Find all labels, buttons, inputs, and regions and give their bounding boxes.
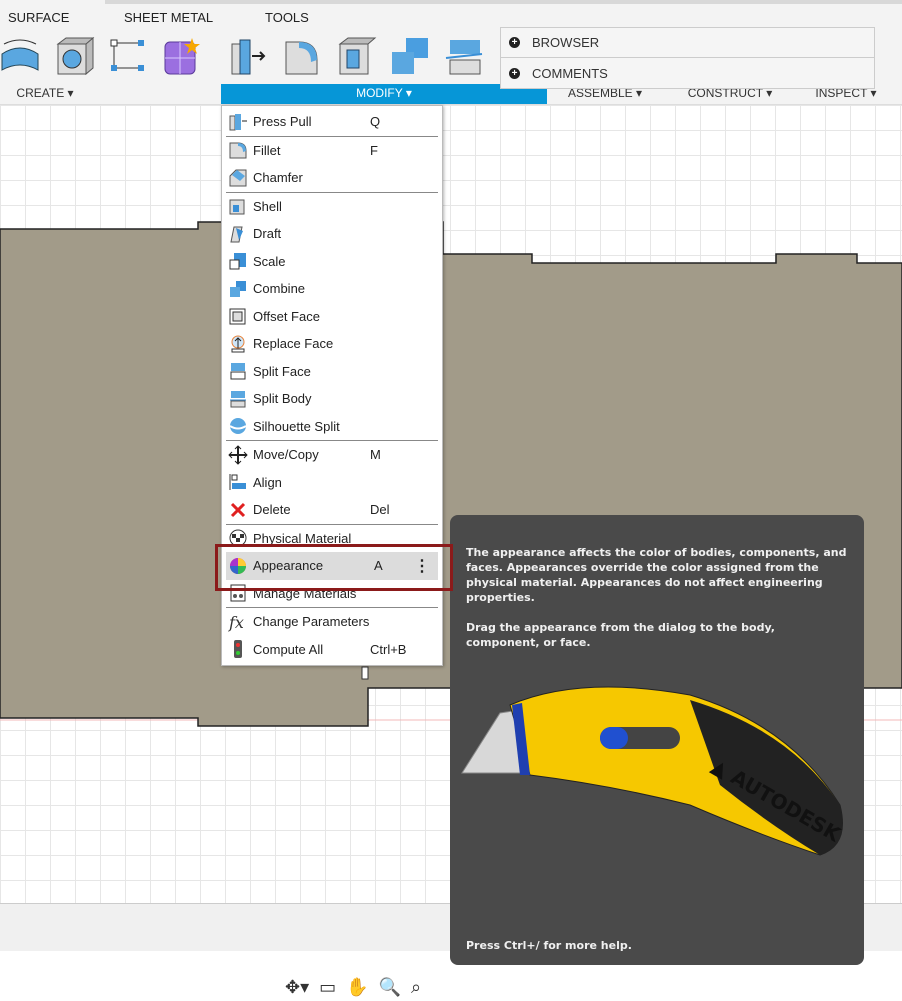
menu-item-silhouette-split[interactable]: Silhouette Split (222, 413, 442, 441)
menu-item-offset-face[interactable]: Offset Face (222, 303, 442, 331)
revolve-icon[interactable] (0, 36, 40, 76)
offset-face-icon (229, 308, 246, 325)
menu-item-shell[interactable]: Shell (222, 193, 442, 221)
press-pull-icon (229, 113, 247, 131)
comments-row[interactable]: + COMMENTS (501, 58, 874, 88)
align-icon (229, 474, 246, 491)
menu-item-align[interactable]: Align (222, 469, 442, 497)
tooltip-instructions: Drag the appearance from the dialog to t… (466, 621, 775, 649)
menu-item-combine[interactable]: Combine (222, 275, 442, 303)
modify-group[interactable]: MODIFY ▾ (221, 84, 547, 104)
menu-item-label: Offset Face (253, 308, 320, 324)
look-at-icon[interactable]: ▭ (319, 977, 336, 998)
menu-item-move-copy[interactable]: Move/Copy M (222, 441, 442, 469)
split-body-tool-icon[interactable] (444, 36, 484, 76)
menu-item-shortcut: Del (370, 502, 390, 518)
menu-item-label: Compute All (253, 641, 324, 657)
menu-item-label: Scale (253, 253, 286, 269)
tab-sheet-metal[interactable]: SHEET METAL (124, 10, 213, 25)
menu-item-delete[interactable]: Delete Del (222, 496, 442, 524)
appearance-tooltip: The appearance affects the color of bodi… (450, 515, 864, 965)
form-icon[interactable] (162, 36, 202, 76)
browser-comments-panel: + BROWSER + COMMENTS (500, 27, 875, 89)
compute-all-icon (234, 640, 242, 659)
menu-item-label: Shell (253, 198, 282, 214)
menu-item-label: Chamfer (253, 170, 303, 186)
fit-icon[interactable]: ⌕ (411, 977, 421, 998)
menu-item-label: Delete (253, 502, 291, 518)
menu-item-label: Change Parameters (253, 614, 370, 630)
fillet-icon (229, 142, 247, 159)
menu-item-split-body[interactable]: Split Body (222, 385, 442, 413)
expand-icon[interactable]: + (509, 67, 520, 79)
menu-item-label: Fillet (253, 142, 281, 158)
scale-icon (229, 253, 246, 270)
draft-icon (230, 226, 243, 243)
move-icon (228, 445, 248, 465)
menu-item-label: Align (253, 474, 282, 490)
replace-face-icon (231, 335, 245, 353)
svg-text:fx: fx (228, 613, 244, 632)
combine-tool-icon[interactable] (390, 36, 430, 76)
menu-item-scale[interactable]: Scale (222, 248, 442, 276)
shell-icon (229, 199, 245, 215)
combine-icon (230, 280, 246, 297)
create-group[interactable]: CREATE ▾ (0, 84, 90, 104)
menu-item-label: Silhouette Split (253, 418, 340, 434)
menu-item-compute-all[interactable]: Compute All Ctrl+B (222, 636, 442, 664)
zoom-icon[interactable]: 🔍 (379, 977, 401, 998)
split-body-icon (230, 390, 246, 408)
title-strip (105, 0, 902, 4)
silhouette-split-icon (229, 418, 247, 435)
menu-item-split-face[interactable]: Split Face (222, 358, 442, 386)
navigation-bar: ✥▾ ▭ ✋ 🔍 ⌕ (285, 973, 450, 1001)
menu-item-chamfer[interactable]: Chamfer (222, 164, 442, 192)
delete-icon (230, 502, 246, 517)
menu-item-shortcut: M (370, 447, 381, 463)
highlight-box (215, 544, 453, 591)
fillet-tool-icon[interactable] (283, 36, 323, 76)
menu-item-shortcut: F (370, 142, 378, 158)
menu-item-label: Combine (253, 281, 306, 297)
menu-item-label: Replace Face (253, 336, 334, 352)
utility-knife-image: ▲ AUTODESK (461, 686, 846, 856)
sketch-constraints-icon[interactable] (108, 36, 148, 76)
menu-item-label: Draft (253, 226, 282, 242)
menu-item-change-parameters[interactable]: fx Change Parameters (222, 608, 442, 636)
browser-row[interactable]: + BROWSER (501, 28, 874, 58)
press-pull-tool-icon[interactable] (230, 36, 270, 76)
pan-icon[interactable]: ✋ (346, 977, 368, 998)
shell-tool-icon[interactable] (337, 36, 377, 76)
tab-surface[interactable]: SURFACE (8, 10, 69, 25)
menu-item-label: Split Body (253, 391, 312, 407)
menu-item-fillet[interactable]: Fillet F (222, 137, 442, 165)
tab-tools[interactable]: TOOLS (265, 10, 309, 25)
fx-icon: fx (228, 613, 244, 632)
menu-item-label: Split Face (253, 363, 311, 379)
comments-label: COMMENTS (532, 65, 608, 81)
hole-icon[interactable] (55, 36, 95, 76)
menu-item-label: Press Pull (253, 114, 312, 130)
menu-item-shortcut: Ctrl+B (370, 641, 407, 657)
menu-item-label: Move/Copy (253, 447, 319, 463)
menu-item-replace-face[interactable]: Replace Face (222, 330, 442, 358)
orbit-icon[interactable]: ✥▾ (285, 977, 309, 998)
expand-icon[interactable]: + (509, 37, 520, 48)
chamfer-icon (229, 169, 247, 187)
browser-label: BROWSER (532, 35, 600, 50)
menu-item-draft[interactable]: Draft (222, 220, 442, 248)
menu-item-shortcut: Q (370, 114, 381, 130)
menu-item-press-pull[interactable]: Press Pull Q (222, 108, 442, 136)
split-face-icon (230, 363, 246, 380)
tooltip-description: The appearance affects the color of bodi… (466, 546, 847, 604)
